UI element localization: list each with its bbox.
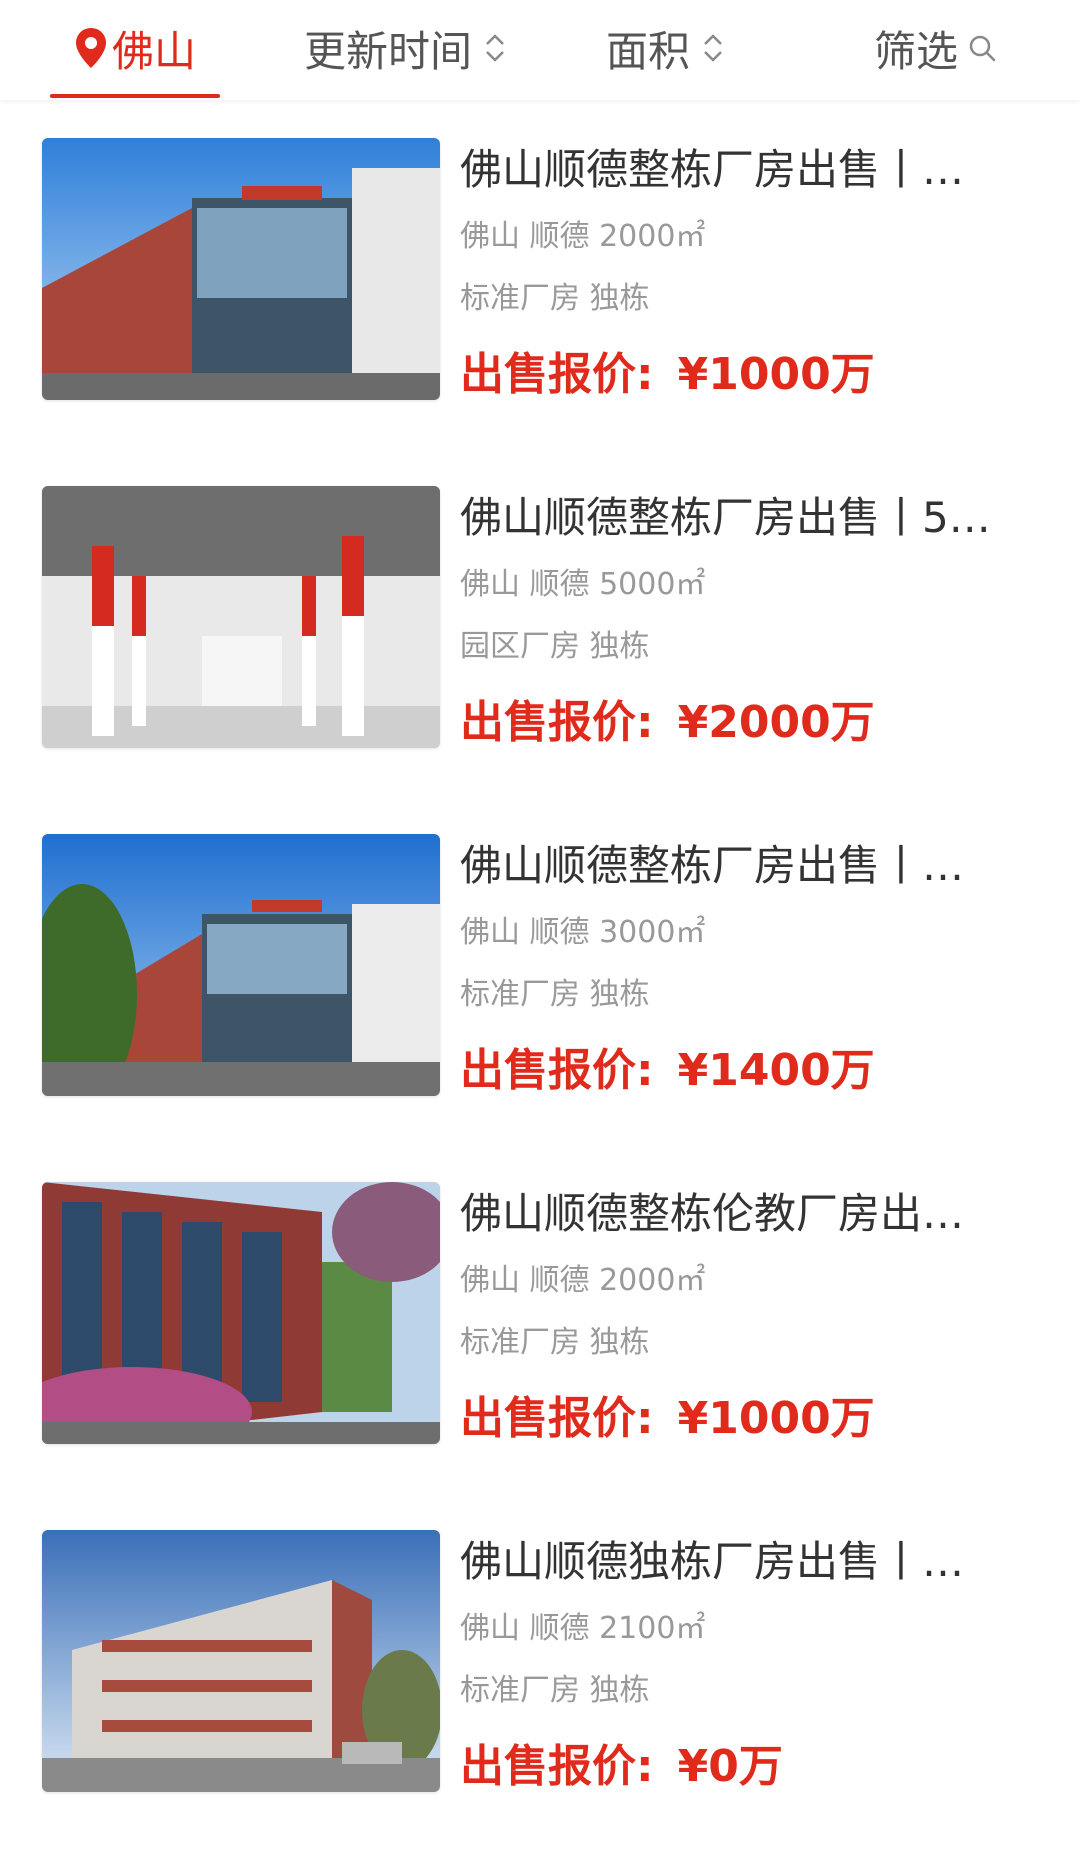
listing-title[interactable]: 佛山顺德独栋厂房出售丨… xyxy=(460,1532,1025,1592)
listing-location: 佛山 顺德 2000㎡ xyxy=(460,1263,706,1298)
listing-info: 佛山顺德整栋厂房出售丨… 佛山 顺德 2000㎡ 标准厂房 独栋 出售报价: ¥1… xyxy=(460,140,1040,406)
listing-photo[interactable] xyxy=(42,1182,440,1444)
listing-price: 出售报价: ¥2000万 xyxy=(460,692,1040,754)
listing-info: 佛山顺德独栋厂房出售丨… 佛山 顺德 2100㎡ 标准厂房 独栋 出售报价: ¥0… xyxy=(460,1532,1040,1798)
listing-photo[interactable] xyxy=(42,138,440,400)
listing-location: 佛山 顺德 2100㎡ xyxy=(460,1611,706,1646)
sort-updown-icon xyxy=(704,34,722,62)
tab-filter-label: 筛选 xyxy=(873,26,958,76)
listing-item[interactable]: 佛山顺德整栋厂房出售丨… 佛山 顺德 2000㎡ 标准厂房 独栋 出售报价: ¥1… xyxy=(0,100,1080,448)
listing-item[interactable]: 佛山顺德整栋伦教厂房出… 佛山 顺德 2000㎡ 标准厂房 独栋 出售报价: ¥1… xyxy=(0,1144,1080,1492)
listing-title[interactable]: 佛山顺德整栋厂房出售丨… xyxy=(460,836,1025,896)
listing-photo[interactable] xyxy=(42,834,440,1096)
listing-tags: 标准厂房 独栋 xyxy=(460,1325,650,1360)
listing-info: 佛山顺德整栋厂房出售丨… 佛山 顺德 3000㎡ 标准厂房 独栋 出售报价: ¥1… xyxy=(460,836,1040,1102)
listing-info: 佛山顺德整栋伦教厂房出… 佛山 顺德 2000㎡ 标准厂房 独栋 出售报价: ¥1… xyxy=(460,1184,1040,1450)
price-value: ¥2000万 xyxy=(677,697,875,748)
price-label: 出售报价: xyxy=(460,1045,654,1096)
listing-title[interactable]: 佛山顺德整栋伦教厂房出… xyxy=(460,1184,1025,1244)
listing-location: 佛山 顺德 5000㎡ xyxy=(460,567,706,602)
listing-item[interactable]: 佛山顺德整栋厂房出售丨5… 佛山 顺德 5000㎡ 园区厂房 独栋 出售报价: ¥… xyxy=(0,448,1080,796)
listing-tags: 标准厂房 独栋 xyxy=(460,1673,650,1708)
tab-sort-update-time-label: 更新时间 xyxy=(303,26,472,76)
listing-price: 出售报价: ¥1000万 xyxy=(460,344,1040,406)
listing-list: 佛山顺德整栋厂房出售丨… 佛山 顺德 2000㎡ 标准厂房 独栋 出售报价: ¥1… xyxy=(0,100,1080,1864)
price-value: ¥0万 xyxy=(677,1741,783,1792)
tab-city[interactable]: 佛山 xyxy=(50,0,220,98)
tab-city-label: 佛山 xyxy=(111,26,196,76)
listing-photo[interactable] xyxy=(42,486,440,748)
search-icon xyxy=(969,35,996,62)
price-value: ¥1000万 xyxy=(677,349,875,400)
listing-tags: 园区厂房 独栋 xyxy=(460,629,650,664)
tab-sort-area[interactable]: 面积 xyxy=(590,0,740,96)
listing-location: 佛山 顺德 3000㎡ xyxy=(460,915,706,950)
listing-price: 出售报价: ¥1400万 xyxy=(460,1040,1040,1102)
listing-item[interactable]: 佛山顺德整栋厂房出售丨… 佛山 顺德 3000㎡ 标准厂房 独栋 出售报价: ¥1… xyxy=(0,796,1080,1144)
price-label: 出售报价: xyxy=(460,1393,654,1444)
listing-title[interactable]: 佛山顺德整栋厂房出售丨… xyxy=(460,140,1025,200)
tab-sort-update-time[interactable]: 更新时间 xyxy=(280,0,530,96)
listing-price: 出售报价: ¥0万 xyxy=(460,1736,1040,1798)
filter-bar: 佛山 更新时间 面积 筛选 xyxy=(0,0,1080,100)
tab-filter[interactable]: 筛选 xyxy=(860,0,1010,96)
listing-location: 佛山 顺德 2000㎡ xyxy=(460,219,706,254)
price-value: ¥1400万 xyxy=(677,1045,875,1096)
tab-sort-area-label: 面积 xyxy=(605,26,690,76)
location-pin-icon xyxy=(75,28,106,68)
listing-photo[interactable] xyxy=(42,1530,440,1792)
price-label: 出售报价: xyxy=(460,697,654,748)
price-label: 出售报价: xyxy=(460,349,654,400)
listing-item[interactable]: 佛山顺德独栋厂房出售丨… 佛山 顺德 2100㎡ 标准厂房 独栋 出售报价: ¥0… xyxy=(0,1492,1080,1840)
price-value: ¥1000万 xyxy=(677,1393,875,1444)
listing-title[interactable]: 佛山顺德整栋厂房出售丨5… xyxy=(460,488,1025,548)
listing-tags: 标准厂房 独栋 xyxy=(460,281,650,316)
listing-price: 出售报价: ¥1000万 xyxy=(460,1388,1040,1450)
price-label: 出售报价: xyxy=(460,1741,654,1792)
listing-info: 佛山顺德整栋厂房出售丨5… 佛山 顺德 5000㎡ 园区厂房 独栋 出售报价: ¥… xyxy=(460,488,1040,754)
active-tab-underline xyxy=(50,94,220,98)
listing-tags: 标准厂房 独栋 xyxy=(460,977,650,1012)
sort-updown-icon xyxy=(486,34,504,62)
